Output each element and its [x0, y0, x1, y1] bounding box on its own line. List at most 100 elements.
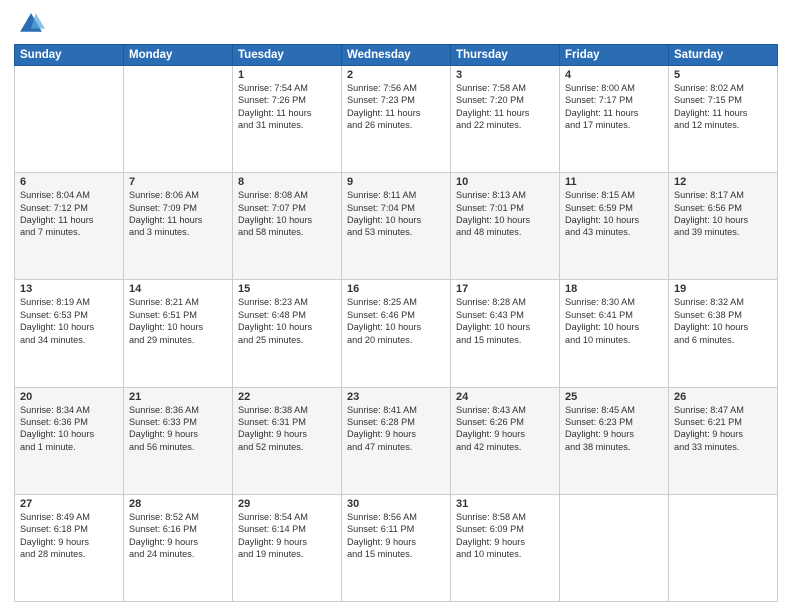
day-cell: 19Sunrise: 8:32 AMSunset: 6:38 PMDayligh… — [669, 280, 778, 387]
day-cell: 16Sunrise: 8:25 AMSunset: 6:46 PMDayligh… — [342, 280, 451, 387]
weekday-header-saturday: Saturday — [669, 45, 778, 66]
day-number: 11 — [565, 176, 663, 188]
day-cell: 7Sunrise: 8:06 AMSunset: 7:09 PMDaylight… — [124, 173, 233, 280]
day-cell: 17Sunrise: 8:28 AMSunset: 6:43 PMDayligh… — [451, 280, 560, 387]
day-info: Sunrise: 8:15 AMSunset: 6:59 PMDaylight:… — [565, 189, 663, 239]
day-number: 30 — [347, 498, 445, 510]
day-number: 13 — [20, 283, 118, 295]
day-number: 14 — [129, 283, 227, 295]
day-cell: 13Sunrise: 8:19 AMSunset: 6:53 PMDayligh… — [15, 280, 124, 387]
day-number: 12 — [674, 176, 772, 188]
day-number: 10 — [456, 176, 554, 188]
day-info: Sunrise: 8:56 AMSunset: 6:11 PMDaylight:… — [347, 511, 445, 561]
day-number: 19 — [674, 283, 772, 295]
day-info: Sunrise: 8:00 AMSunset: 7:17 PMDaylight:… — [565, 82, 663, 132]
weekday-header-thursday: Thursday — [451, 45, 560, 66]
day-number: 21 — [129, 391, 227, 403]
calendar-header: SundayMondayTuesdayWednesdayThursdayFrid… — [15, 45, 778, 66]
day-cell: 4Sunrise: 8:00 AMSunset: 7:17 PMDaylight… — [560, 66, 669, 173]
day-cell: 18Sunrise: 8:30 AMSunset: 6:41 PMDayligh… — [560, 280, 669, 387]
day-cell: 11Sunrise: 8:15 AMSunset: 6:59 PMDayligh… — [560, 173, 669, 280]
day-number: 5 — [674, 69, 772, 81]
day-info: Sunrise: 8:47 AMSunset: 6:21 PMDaylight:… — [674, 404, 772, 454]
weekday-header-friday: Friday — [560, 45, 669, 66]
day-number: 3 — [456, 69, 554, 81]
header — [14, 10, 778, 38]
day-cell: 9Sunrise: 8:11 AMSunset: 7:04 PMDaylight… — [342, 173, 451, 280]
day-info: Sunrise: 8:45 AMSunset: 6:23 PMDaylight:… — [565, 404, 663, 454]
day-cell: 10Sunrise: 8:13 AMSunset: 7:01 PMDayligh… — [451, 173, 560, 280]
day-cell: 30Sunrise: 8:56 AMSunset: 6:11 PMDayligh… — [342, 494, 451, 601]
day-number: 15 — [238, 283, 336, 295]
day-cell: 20Sunrise: 8:34 AMSunset: 6:36 PMDayligh… — [15, 387, 124, 494]
day-cell: 12Sunrise: 8:17 AMSunset: 6:56 PMDayligh… — [669, 173, 778, 280]
day-info: Sunrise: 8:21 AMSunset: 6:51 PMDaylight:… — [129, 296, 227, 346]
day-info: Sunrise: 8:52 AMSunset: 6:16 PMDaylight:… — [129, 511, 227, 561]
day-info: Sunrise: 7:58 AMSunset: 7:20 PMDaylight:… — [456, 82, 554, 132]
logo-icon — [17, 10, 45, 38]
day-cell: 31Sunrise: 8:58 AMSunset: 6:09 PMDayligh… — [451, 494, 560, 601]
day-info: Sunrise: 7:56 AMSunset: 7:23 PMDaylight:… — [347, 82, 445, 132]
day-info: Sunrise: 8:43 AMSunset: 6:26 PMDaylight:… — [456, 404, 554, 454]
day-number: 6 — [20, 176, 118, 188]
day-number: 22 — [238, 391, 336, 403]
day-number: 27 — [20, 498, 118, 510]
day-cell — [560, 494, 669, 601]
weekday-header-monday: Monday — [124, 45, 233, 66]
day-cell: 24Sunrise: 8:43 AMSunset: 6:26 PMDayligh… — [451, 387, 560, 494]
day-cell: 22Sunrise: 8:38 AMSunset: 6:31 PMDayligh… — [233, 387, 342, 494]
day-cell: 14Sunrise: 8:21 AMSunset: 6:51 PMDayligh… — [124, 280, 233, 387]
day-cell: 25Sunrise: 8:45 AMSunset: 6:23 PMDayligh… — [560, 387, 669, 494]
day-number: 29 — [238, 498, 336, 510]
day-info: Sunrise: 8:25 AMSunset: 6:46 PMDaylight:… — [347, 296, 445, 346]
week-row-5: 27Sunrise: 8:49 AMSunset: 6:18 PMDayligh… — [15, 494, 778, 601]
day-cell: 29Sunrise: 8:54 AMSunset: 6:14 PMDayligh… — [233, 494, 342, 601]
day-cell — [15, 66, 124, 173]
day-info: Sunrise: 8:17 AMSunset: 6:56 PMDaylight:… — [674, 189, 772, 239]
day-cell: 3Sunrise: 7:58 AMSunset: 7:20 PMDaylight… — [451, 66, 560, 173]
day-number: 24 — [456, 391, 554, 403]
day-number: 25 — [565, 391, 663, 403]
calendar: SundayMondayTuesdayWednesdayThursdayFrid… — [14, 44, 778, 602]
day-number: 7 — [129, 176, 227, 188]
week-row-2: 6Sunrise: 8:04 AMSunset: 7:12 PMDaylight… — [15, 173, 778, 280]
day-number: 18 — [565, 283, 663, 295]
day-info: Sunrise: 8:04 AMSunset: 7:12 PMDaylight:… — [20, 189, 118, 239]
day-cell — [124, 66, 233, 173]
day-info: Sunrise: 8:38 AMSunset: 6:31 PMDaylight:… — [238, 404, 336, 454]
day-info: Sunrise: 8:58 AMSunset: 6:09 PMDaylight:… — [456, 511, 554, 561]
day-number: 23 — [347, 391, 445, 403]
day-info: Sunrise: 8:19 AMSunset: 6:53 PMDaylight:… — [20, 296, 118, 346]
day-info: Sunrise: 8:49 AMSunset: 6:18 PMDaylight:… — [20, 511, 118, 561]
day-number: 8 — [238, 176, 336, 188]
week-row-1: 1Sunrise: 7:54 AMSunset: 7:26 PMDaylight… — [15, 66, 778, 173]
day-number: 1 — [238, 69, 336, 81]
day-info: Sunrise: 8:28 AMSunset: 6:43 PMDaylight:… — [456, 296, 554, 346]
day-number: 28 — [129, 498, 227, 510]
weekday-row: SundayMondayTuesdayWednesdayThursdayFrid… — [15, 45, 778, 66]
day-cell: 27Sunrise: 8:49 AMSunset: 6:18 PMDayligh… — [15, 494, 124, 601]
day-info: Sunrise: 8:23 AMSunset: 6:48 PMDaylight:… — [238, 296, 336, 346]
day-number: 4 — [565, 69, 663, 81]
day-info: Sunrise: 8:06 AMSunset: 7:09 PMDaylight:… — [129, 189, 227, 239]
day-cell: 23Sunrise: 8:41 AMSunset: 6:28 PMDayligh… — [342, 387, 451, 494]
day-number: 26 — [674, 391, 772, 403]
day-cell: 1Sunrise: 7:54 AMSunset: 7:26 PMDaylight… — [233, 66, 342, 173]
day-info: Sunrise: 8:36 AMSunset: 6:33 PMDaylight:… — [129, 404, 227, 454]
day-info: Sunrise: 8:34 AMSunset: 6:36 PMDaylight:… — [20, 404, 118, 454]
day-number: 16 — [347, 283, 445, 295]
day-info: Sunrise: 8:13 AMSunset: 7:01 PMDaylight:… — [456, 189, 554, 239]
day-info: Sunrise: 8:30 AMSunset: 6:41 PMDaylight:… — [565, 296, 663, 346]
weekday-header-sunday: Sunday — [15, 45, 124, 66]
day-number: 17 — [456, 283, 554, 295]
day-number: 31 — [456, 498, 554, 510]
day-cell: 2Sunrise: 7:56 AMSunset: 7:23 PMDaylight… — [342, 66, 451, 173]
day-cell — [669, 494, 778, 601]
logo — [14, 10, 45, 38]
day-info: Sunrise: 8:32 AMSunset: 6:38 PMDaylight:… — [674, 296, 772, 346]
day-cell: 6Sunrise: 8:04 AMSunset: 7:12 PMDaylight… — [15, 173, 124, 280]
day-cell: 5Sunrise: 8:02 AMSunset: 7:15 PMDaylight… — [669, 66, 778, 173]
day-cell: 28Sunrise: 8:52 AMSunset: 6:16 PMDayligh… — [124, 494, 233, 601]
calendar-body: 1Sunrise: 7:54 AMSunset: 7:26 PMDaylight… — [15, 66, 778, 602]
week-row-4: 20Sunrise: 8:34 AMSunset: 6:36 PMDayligh… — [15, 387, 778, 494]
